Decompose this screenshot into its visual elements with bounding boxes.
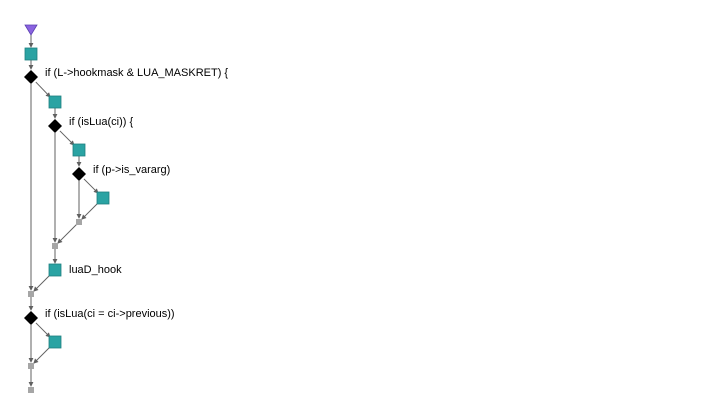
square-icon[interactable] <box>48 263 62 277</box>
edge-d3-n4 <box>83 178 99 194</box>
edge-d2-n3 <box>59 130 75 146</box>
edge-m3-m2 <box>57 223 78 244</box>
edge-n5-m1 <box>33 273 52 292</box>
square-icon[interactable] <box>72 143 86 157</box>
edge-n6-m4 <box>33 345 52 364</box>
node-label-d1: if (L->hookmask & LUA_MASKRET) { <box>45 67 228 79</box>
small-square-icon[interactable] <box>52 243 58 249</box>
edge-d1-n2 <box>35 81 51 98</box>
edge-n4-m3 <box>81 201 100 220</box>
triangle-down-icon[interactable] <box>24 24 38 36</box>
node-label-n5: luaD_hook <box>69 264 122 276</box>
diamond-icon[interactable] <box>72 167 86 181</box>
small-square-icon[interactable] <box>28 363 34 369</box>
square-icon[interactable] <box>96 191 110 205</box>
nodes-layer <box>24 24 110 393</box>
small-square-icon[interactable] <box>28 387 34 393</box>
square-icon[interactable] <box>48 95 62 109</box>
small-square-icon[interactable] <box>76 219 82 225</box>
diamond-icon[interactable] <box>48 119 62 133</box>
square-icon[interactable] <box>24 47 38 61</box>
node-label-d4: if (isLua(ci = ci->previous)) <box>45 308 175 320</box>
diamond-icon[interactable] <box>24 311 38 325</box>
labels-layer: if (L->hookmask & LUA_MASKRET) { if (isLu… <box>45 67 228 320</box>
small-square-icon[interactable] <box>28 291 34 297</box>
node-label-d3: if (p->is_vararg) <box>93 164 170 176</box>
diamond-icon[interactable] <box>24 70 38 84</box>
edges-layer <box>28 35 100 387</box>
node-label-d2: if (isLua(ci)) { <box>69 116 134 128</box>
square-icon[interactable] <box>48 335 62 349</box>
flowchart-canvas: if (L->hookmask & LUA_MASKRET) { if (isLu… <box>24 24 228 393</box>
edge-d4-n6 <box>35 322 51 338</box>
